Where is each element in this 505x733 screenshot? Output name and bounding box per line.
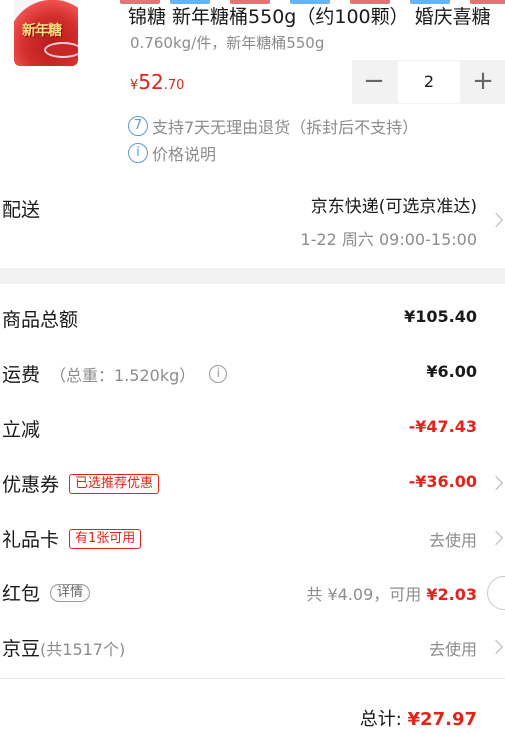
coupon-row[interactable]: 优惠券 已选推荐优惠 -¥36.00 bbox=[0, 456, 505, 511]
discount-row: 立减 -¥47.43 bbox=[0, 401, 505, 456]
price-explanation-text: 价格说明 bbox=[152, 145, 217, 164]
seven-day-return-icon: 7 bbox=[128, 116, 148, 136]
jingdou-count: (共1517个) bbox=[40, 639, 126, 659]
goods-total-row: 商品总额 ¥105.40 bbox=[0, 291, 505, 346]
jingdou-label-group: 京豆 (共1517个) bbox=[2, 634, 125, 661]
giftcard-badge: 有1张可用 bbox=[69, 528, 142, 549]
redpacket-row: 红包 详情 共 ¥4.09，可用 ¥2.03 bbox=[0, 565, 505, 620]
shipping-label-group: 运费 （总重：1.520kg） i bbox=[2, 360, 228, 387]
product-spec: 0.760kg/件，新年糖桶550g bbox=[130, 34, 325, 52]
price-integer: 52 bbox=[138, 70, 164, 94]
product-title[interactable]: 锦糖 新年糖桶550g（约100颗） 婚庆喜糖 bbox=[128, 2, 500, 29]
return-policy[interactable]: 7 支持7天无理由退货（拆封后不支持） bbox=[128, 114, 418, 138]
coupon-label-group: 优惠券 已选推荐优惠 bbox=[2, 470, 160, 497]
delivery-row[interactable]: 配送 京东快递(可选京准达) 1-22 周六 09:00-15:00 bbox=[0, 178, 505, 268]
product-image-label: 新年糖 bbox=[22, 23, 62, 39]
chevron-right-icon bbox=[488, 530, 504, 546]
decrease-quantity-button[interactable]: − bbox=[352, 60, 396, 104]
coupon-value: -¥36.00 bbox=[408, 472, 477, 491]
quantity-stepper: − 2 + bbox=[352, 60, 505, 104]
total-divider bbox=[0, 678, 505, 679]
discount-value: -¥47.43 bbox=[408, 417, 477, 436]
redpacket-available: ¥2.03 bbox=[426, 585, 477, 604]
redpacket-label-group: 红包 详情 bbox=[2, 579, 91, 606]
shipping-info-icon[interactable]: i bbox=[209, 364, 228, 383]
discount-label: 立减 bbox=[2, 419, 41, 441]
redpacket-total: 共 ¥4.09，可用 bbox=[306, 585, 422, 604]
return-policy-text: 支持7天无理由退货（拆封后不支持） bbox=[152, 118, 419, 137]
redpacket-toggle-radio[interactable] bbox=[487, 576, 505, 610]
goods-total-label: 商品总额 bbox=[2, 309, 79, 331]
quantity-input[interactable]: 2 bbox=[398, 60, 460, 104]
jingdou-row[interactable]: 京豆 (共1517个) 去使用 bbox=[0, 620, 505, 675]
shipping-weight: （总重：1.520kg） bbox=[50, 365, 196, 385]
shipping-label: 运费 bbox=[2, 364, 41, 386]
chevron-right-icon bbox=[488, 212, 504, 228]
chevron-right-icon bbox=[488, 639, 504, 655]
shipping-value: ¥6.00 bbox=[426, 362, 477, 381]
shipping-row: 运费 （总重：1.520kg） i ¥6.00 bbox=[0, 346, 505, 401]
giftcard-label: 礼品卡 bbox=[2, 529, 60, 551]
total-label: 总计: bbox=[359, 709, 402, 730]
giftcard-action: 去使用 bbox=[428, 531, 477, 550]
increase-quantity-button[interactable]: + bbox=[461, 60, 505, 104]
goods-total-value: ¥105.40 bbox=[404, 307, 477, 326]
jingdou-label: 京豆 bbox=[2, 638, 41, 660]
redpacket-value: 共 ¥4.09，可用 ¥2.03 bbox=[306, 581, 477, 605]
redpacket-details-button[interactable]: 详情 bbox=[50, 583, 91, 602]
delivery-label: 配送 bbox=[2, 199, 41, 221]
product-card: 新年糖 锦糖 新年糖桶550g（约100颗） 婚庆喜糖 0.760kg/件，新年… bbox=[0, 0, 505, 175]
candy-graphic bbox=[44, 42, 78, 58]
coupon-label: 优惠券 bbox=[2, 474, 60, 496]
redpacket-label: 红包 bbox=[2, 583, 41, 605]
price-decimal: .70 bbox=[163, 78, 185, 93]
delivery-time: 1-22 周六 09:00-15:00 bbox=[300, 230, 477, 249]
giftcard-row[interactable]: 礼品卡 有1张可用 去使用 bbox=[0, 511, 505, 566]
chevron-right-icon bbox=[488, 475, 504, 491]
section-divider bbox=[0, 268, 505, 284]
order-total: 总计: ¥27.97 bbox=[360, 705, 477, 731]
product-image[interactable]: 新年糖 bbox=[14, 0, 78, 66]
giftcard-label-group: 礼品卡 有1张可用 bbox=[2, 525, 142, 552]
delivery-method: 京东快递(可选京准达) bbox=[310, 197, 477, 217]
jingdou-action: 去使用 bbox=[428, 640, 477, 659]
coupon-badge: 已选推荐优惠 bbox=[69, 473, 160, 494]
info-icon: i bbox=[128, 143, 148, 163]
price-explanation[interactable]: i 价格说明 bbox=[128, 141, 216, 165]
total-value: ¥27.97 bbox=[407, 709, 477, 730]
product-price: ¥52.70 bbox=[130, 70, 184, 94]
